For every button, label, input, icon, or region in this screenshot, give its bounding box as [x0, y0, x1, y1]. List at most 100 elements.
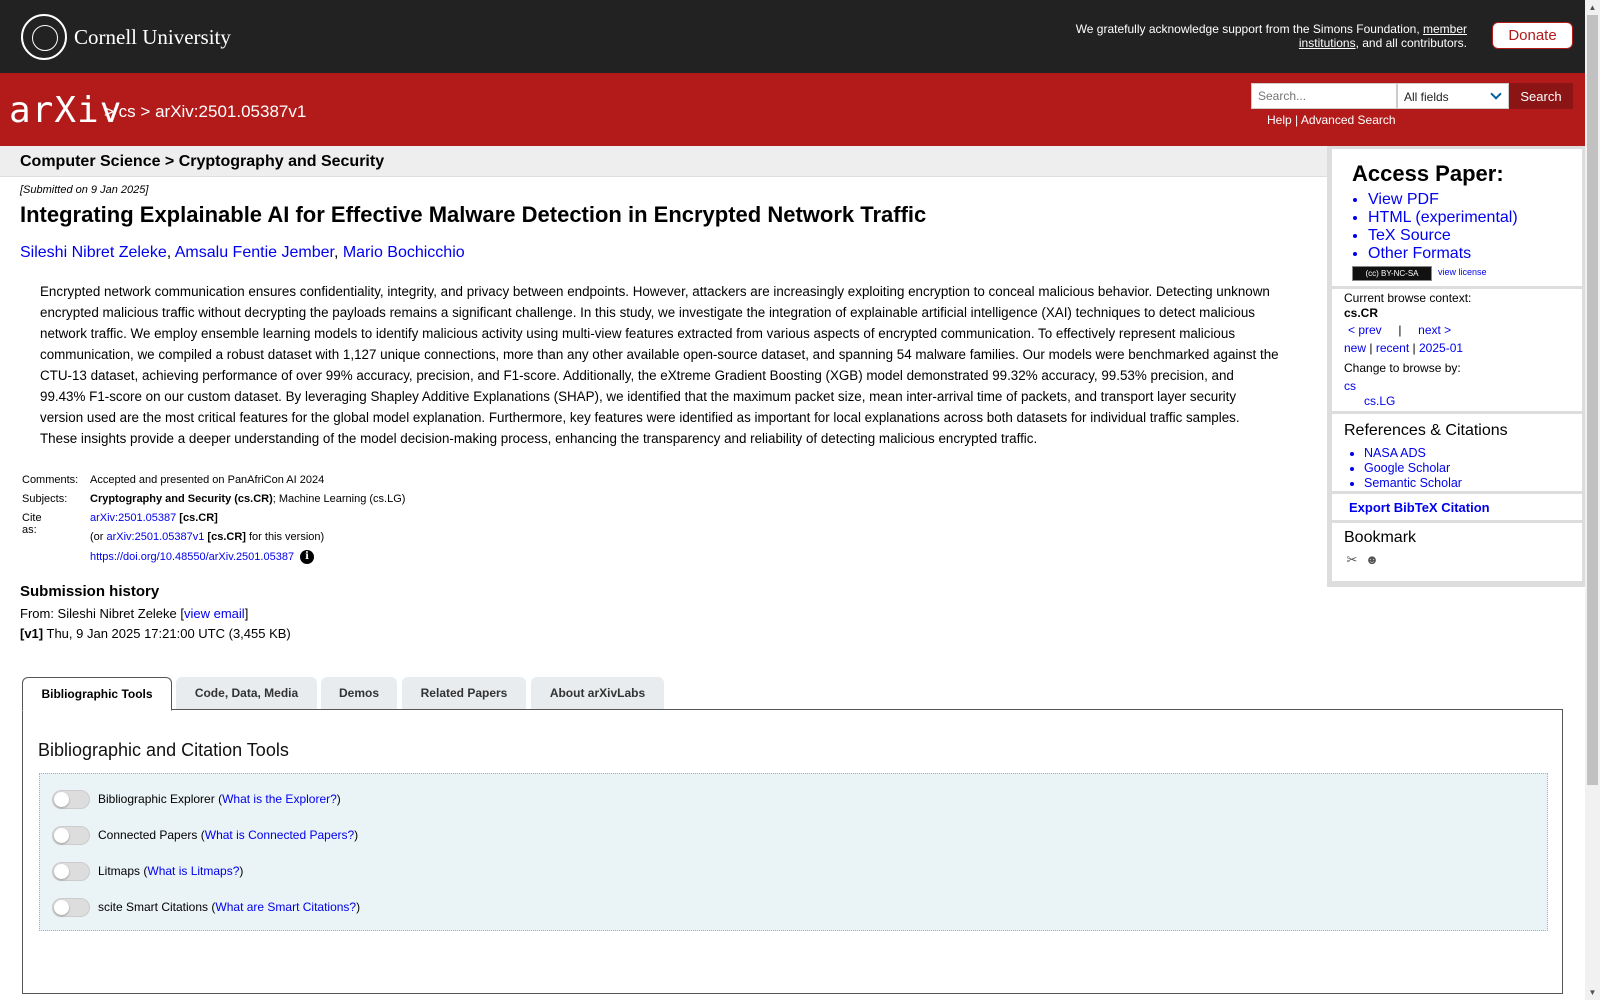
browse-context-label: Current browse context:: [1344, 291, 1472, 305]
references-box: References & Citations NASA ADS Google S…: [1332, 414, 1582, 491]
references-title: References & Citations: [1344, 422, 1508, 439]
tab-about-arxivlabs[interactable]: About arXivLabs: [531, 677, 664, 709]
cite-version-link[interactable]: arXiv:2501.05387v1: [107, 531, 205, 543]
subject-heading: Computer Science > Cryptography and Secu…: [20, 153, 385, 170]
sidebar: Access Paper: View PDF HTML (experimenta…: [1327, 146, 1585, 587]
tab-bibliographic-tools[interactable]: Bibliographic Tools: [22, 677, 172, 711]
tab-demos[interactable]: Demos: [321, 677, 397, 709]
search-input[interactable]: [1251, 83, 1397, 109]
author-link[interactable]: Amsalu Fentie Jember: [175, 244, 334, 261]
bibsonomy-icon[interactable]: ✂: [1344, 552, 1360, 568]
breadcrumb-id[interactable]: arXiv:2501.05387v1: [155, 102, 306, 121]
pipe: |: [1412, 341, 1416, 355]
browse-cslg-link[interactable]: cs.LG: [1364, 394, 1395, 408]
new-link[interactable]: new: [1344, 341, 1366, 355]
authors: Sileshi Nibret Zeleke, Amsalu Fentie Jem…: [20, 244, 465, 262]
search-field-select[interactable]: All fields: [1397, 83, 1509, 109]
doi-value: https://doi.org/10.48550/arXiv.2501.0538…: [90, 550, 315, 564]
browse-cs-link[interactable]: cs: [1344, 379, 1356, 393]
bibtex-box: Export BibTeX Citation: [1332, 494, 1582, 520]
view-email-link[interactable]: view email: [184, 606, 245, 621]
tool-row: Litmaps (What is Litmaps?): [52, 861, 243, 881]
scroll-down-icon[interactable]: ▼: [1585, 985, 1600, 1000]
tool-help-link[interactable]: What is the Explorer?: [222, 792, 337, 806]
tool-help-link[interactable]: What is Litmaps?: [147, 864, 239, 878]
version-label: [v1]: [20, 626, 44, 641]
author-link[interactable]: Mario Bochicchio: [343, 244, 465, 261]
change-browse-label: Change to browse by:: [1344, 361, 1461, 375]
scroll-thumb[interactable]: [1587, 15, 1598, 785]
chevron-down-icon: [1490, 88, 1502, 100]
month-link[interactable]: 2025-01: [1419, 341, 1463, 355]
scite-toggle[interactable]: [52, 897, 90, 917]
cornell-seal-icon: [21, 14, 67, 60]
doi-link[interactable]: https://doi.org/10.48550/arXiv.2501.0538…: [90, 551, 294, 563]
advanced-search-link[interactable]: Advanced Search: [1301, 113, 1396, 127]
author-sep: ,: [166, 244, 175, 261]
browse-context-value: cs.CR: [1344, 306, 1379, 320]
tex-source-link[interactable]: TeX Source: [1368, 227, 1518, 245]
abstract: Encrypted network communication ensures …: [40, 284, 1279, 446]
view-license-link[interactable]: view license: [1438, 267, 1487, 277]
primary-subject: Cryptography and Security (cs.CR): [90, 493, 273, 505]
prev-next-row: < prev | next >: [1348, 323, 1451, 337]
references-list: NASA ADS Google Scholar Semantic Scholar: [1344, 446, 1462, 491]
tool-row: scite Smart Citations (What are Smart Ci…: [52, 897, 360, 917]
cornell-name: Cornell University: [74, 24, 231, 49]
tool-row: Connected Papers (What is Connected Pape…: [52, 825, 358, 845]
cite-category: [cs.CR]: [179, 512, 218, 524]
author-link[interactable]: Sileshi Nibret Zeleke: [20, 244, 167, 261]
tool-help-link[interactable]: What are Smart Citations?: [215, 900, 356, 914]
connected-papers-toggle[interactable]: [52, 825, 90, 845]
nasa-ads-link[interactable]: NASA ADS: [1364, 446, 1462, 461]
arxiv-header: arXiv > cs > arXiv:2501.05387v1 All fiel…: [0, 73, 1585, 146]
litmaps-toggle[interactable]: [52, 861, 90, 881]
scrollbar[interactable]: ▲ ▼: [1585, 0, 1600, 1000]
submission-history-title: Submission history: [20, 583, 160, 600]
tool-name: Litmaps: [98, 864, 141, 878]
search-field-value: All fields: [1404, 90, 1449, 104]
help-link[interactable]: Help: [1267, 113, 1292, 127]
help-links: Help | Advanced Search: [1267, 113, 1396, 127]
html-link[interactable]: HTML (experimental): [1368, 209, 1518, 227]
bookmark-icons: ✂ ☻: [1344, 552, 1380, 568]
access-paper-box: Access Paper: View PDF HTML (experimenta…: [1332, 149, 1582, 286]
export-bibtex-link[interactable]: Export BibTeX Citation: [1349, 500, 1490, 515]
breadcrumb-cs[interactable]: cs: [119, 102, 136, 121]
paper-title: Integrating Explainable AI for Effective…: [20, 202, 927, 227]
version-line: [v1] Thu, 9 Jan 2025 17:21:00 UTC (3,455…: [20, 626, 291, 641]
next-link[interactable]: next >: [1418, 323, 1451, 337]
from-suffix: ]: [244, 606, 249, 621]
cc-license-badge[interactable]: (cc) BY-NC-SA: [1352, 266, 1432, 281]
donate-button[interactable]: Donate: [1492, 22, 1573, 49]
tools-box: Bibliographic Explorer (What is the Expl…: [39, 773, 1548, 931]
cite-label: Cite as:: [22, 512, 42, 536]
tool-name: Bibliographic Explorer: [98, 792, 215, 806]
from-prefix: From: Sileshi Nibret Zeleke [: [20, 606, 184, 621]
access-links: View PDF HTML (experimental) TeX Source …: [1352, 191, 1518, 263]
breadcrumb: > cs > arXiv:2501.05387v1: [104, 102, 306, 122]
tab-related-papers[interactable]: Related Papers: [402, 677, 526, 709]
info-icon[interactable]: i: [300, 550, 315, 564]
cite-id-link[interactable]: arXiv:2501.05387: [90, 512, 176, 524]
semantic-scholar-link[interactable]: Semantic Scholar: [1364, 476, 1462, 491]
bibliographic-explorer-toggle[interactable]: [52, 789, 90, 809]
scroll-up-icon[interactable]: ▲: [1585, 0, 1600, 15]
browse-context-box: Current browse context: cs.CR < prev | n…: [1332, 289, 1582, 411]
bookmark-box: Bookmark ✂ ☻: [1332, 523, 1582, 581]
cornell-logo[interactable]: Cornell University: [21, 14, 231, 60]
tab-code-data-media[interactable]: Code, Data, Media: [176, 677, 317, 709]
search-button[interactable]: Search: [1509, 83, 1573, 109]
view-pdf-link[interactable]: View PDF: [1368, 191, 1518, 209]
reddit-icon[interactable]: ☻: [1364, 552, 1380, 568]
version-text: Thu, 9 Jan 2025 17:21:00 UTC (3,455 KB): [43, 626, 291, 641]
pipe: |: [1369, 341, 1373, 355]
google-scholar-link[interactable]: Google Scholar: [1364, 461, 1462, 476]
prev-link[interactable]: < prev: [1348, 323, 1382, 337]
or-prefix: (or: [90, 531, 107, 543]
other-formats-link[interactable]: Other Formats: [1368, 245, 1518, 263]
secondary-subjects: ; Machine Learning (cs.LG): [272, 493, 406, 505]
help-sep: |: [1295, 113, 1299, 127]
tool-help-link[interactable]: What is Connected Papers?: [205, 828, 354, 842]
recent-link[interactable]: recent: [1376, 341, 1409, 355]
